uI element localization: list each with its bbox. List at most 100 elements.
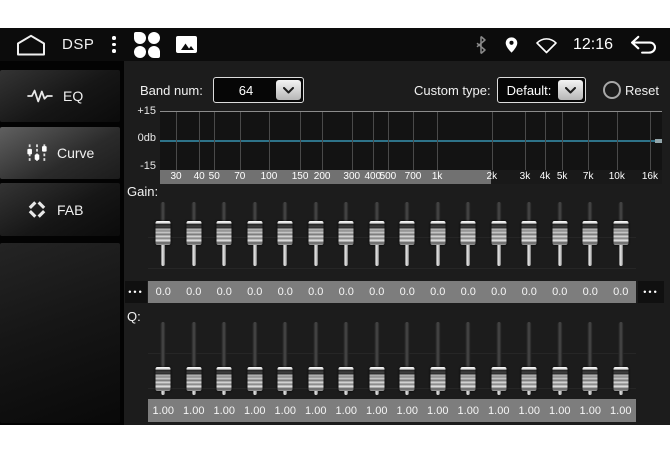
q-slider[interactable]	[148, 320, 179, 395]
gain-slider[interactable]	[179, 200, 210, 268]
gain-slider[interactable]	[484, 200, 515, 268]
eq-response-plot[interactable]	[160, 111, 662, 171]
band-num-dropdown[interactable]: 64	[213, 77, 304, 103]
grid-line	[322, 112, 323, 171]
slider-thumb[interactable]	[400, 367, 415, 391]
gallery-icon[interactable]	[176, 36, 197, 53]
q-slider[interactable]	[392, 320, 423, 395]
gain-slider[interactable]	[606, 200, 637, 268]
slider-thumb[interactable]	[491, 367, 506, 391]
slider-thumb[interactable]	[461, 367, 476, 391]
overflow-menu-icon[interactable]	[110, 34, 118, 55]
q-slider[interactable]	[240, 320, 271, 395]
q-slider[interactable]	[362, 320, 393, 395]
gain-slider[interactable]	[301, 200, 332, 268]
slider-thumb[interactable]	[278, 367, 293, 391]
custom-type-label: Custom type:	[414, 83, 491, 98]
slider-thumb[interactable]	[247, 367, 262, 391]
slider-thumb[interactable]	[369, 221, 384, 245]
back-return-icon[interactable]	[628, 34, 660, 55]
slider-thumb[interactable]	[186, 221, 201, 245]
q-slider[interactable]	[301, 320, 332, 395]
slider-thumb[interactable]	[156, 221, 171, 245]
sidebar-item-eq[interactable]: EQ	[0, 70, 120, 122]
chevron-down-icon[interactable]	[276, 80, 301, 100]
gain-more-right-button[interactable]: •••	[638, 281, 664, 303]
slider-thumb[interactable]	[369, 367, 384, 391]
q-slider[interactable]	[514, 320, 545, 395]
reset-label[interactable]: Reset	[625, 83, 659, 98]
bluetooth-icon[interactable]	[474, 35, 488, 55]
slider-thumb[interactable]	[217, 221, 232, 245]
gain-slider[interactable]	[575, 200, 606, 268]
reset-radio[interactable]	[603, 81, 621, 99]
slider-thumb[interactable]	[522, 221, 537, 245]
gain-slider[interactable]	[545, 200, 576, 268]
slider-thumb[interactable]	[400, 221, 415, 245]
gain-slider[interactable]	[270, 200, 301, 268]
location-pin-icon[interactable]	[503, 35, 520, 55]
gain-slider[interactable]	[148, 200, 179, 268]
q-slider[interactable]	[270, 320, 301, 395]
slider-thumb[interactable]	[491, 221, 506, 245]
gain-slider[interactable]	[392, 200, 423, 268]
sidebar-empty-card	[0, 243, 120, 423]
q-slider-bank	[148, 320, 636, 395]
slider-track-upper	[588, 202, 593, 222]
q-slider[interactable]	[575, 320, 606, 395]
slider-thumb[interactable]	[430, 367, 445, 391]
slider-thumb[interactable]	[613, 367, 628, 391]
sidebar-item-fab[interactable]: FAB	[0, 183, 120, 236]
slider-track-lower	[558, 391, 562, 395]
q-value: 1.00	[240, 399, 271, 422]
slider-thumb[interactable]	[613, 221, 628, 245]
gain-slider[interactable]	[423, 200, 454, 268]
slider-thumb[interactable]	[552, 367, 567, 391]
slider-track-upper	[222, 322, 227, 368]
q-slider[interactable]	[209, 320, 240, 395]
slider-thumb[interactable]	[217, 367, 232, 391]
q-slider[interactable]	[179, 320, 210, 395]
slider-thumb[interactable]	[522, 367, 537, 391]
wifi-icon[interactable]	[535, 36, 558, 54]
slider-thumb[interactable]	[156, 367, 171, 391]
slider-thumb[interactable]	[278, 221, 293, 245]
slider-track-upper	[344, 322, 349, 368]
home-icon[interactable]	[16, 34, 46, 56]
slider-track-lower	[436, 245, 440, 266]
slider-thumb[interactable]	[339, 221, 354, 245]
chevron-down-icon[interactable]	[558, 80, 583, 100]
slider-thumb[interactable]	[247, 221, 262, 245]
custom-type-dropdown[interactable]: Default:	[497, 77, 586, 103]
slider-thumb[interactable]	[308, 221, 323, 245]
slider-thumb[interactable]	[583, 221, 598, 245]
slider-track-upper	[496, 202, 501, 222]
status-bar-right: 12:16	[474, 28, 660, 61]
slider-thumb[interactable]	[430, 221, 445, 245]
q-slider[interactable]	[423, 320, 454, 395]
slider-thumb[interactable]	[308, 367, 323, 391]
slider-thumb[interactable]	[552, 221, 567, 245]
q-slider[interactable]	[453, 320, 484, 395]
gain-more-left-button[interactable]: •••	[125, 281, 147, 303]
sidebar-item-curve[interactable]: Curve	[0, 127, 120, 179]
apps-clover-icon[interactable]	[134, 32, 160, 58]
gain-slider[interactable]	[362, 200, 393, 268]
q-slider[interactable]	[545, 320, 576, 395]
gain-slider[interactable]	[209, 200, 240, 268]
q-slider[interactable]	[484, 320, 515, 395]
q-slider[interactable]	[606, 320, 637, 395]
slider-thumb[interactable]	[339, 367, 354, 391]
gain-value: 0.0	[301, 281, 332, 303]
gain-slider[interactable]	[514, 200, 545, 268]
gain-slider[interactable]	[331, 200, 362, 268]
grid-line	[492, 112, 493, 171]
q-value: 1.00	[423, 399, 454, 422]
slider-thumb[interactable]	[461, 221, 476, 245]
gain-slider[interactable]	[453, 200, 484, 268]
q-slider[interactable]	[331, 320, 362, 395]
fader-diamond-icon	[26, 198, 48, 221]
slider-thumb[interactable]	[583, 367, 598, 391]
gain-slider[interactable]	[240, 200, 271, 268]
slider-thumb[interactable]	[186, 367, 201, 391]
